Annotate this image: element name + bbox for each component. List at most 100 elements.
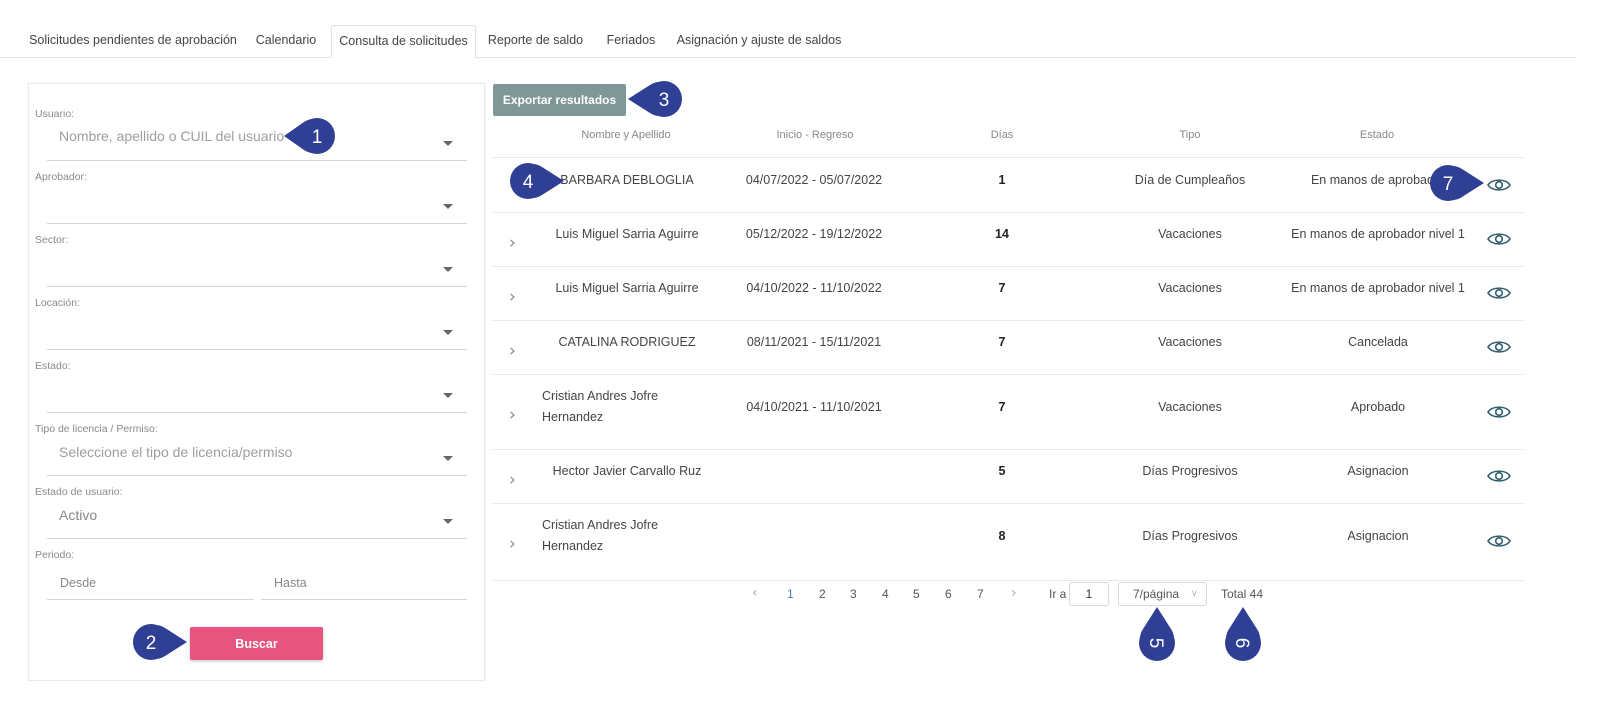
- approver-underline: [47, 223, 467, 224]
- row-status: En manos de aprobador nivel 1: [1291, 227, 1465, 241]
- row-days: 7: [998, 400, 1006, 414]
- page-4[interactable]: 4: [882, 587, 889, 601]
- chevron-right-icon[interactable]: ›: [509, 470, 516, 490]
- export-results-button[interactable]: Exportar resultados: [493, 84, 626, 116]
- row-dates: 04/10/2021 - 11/10/2021: [746, 400, 882, 414]
- callout-1: 1: [284, 118, 335, 154]
- period-label: Periodo:: [35, 549, 75, 561]
- table-row[interactable]: › Luis Miguel Sarria Aguirre 05/12/2022 …: [493, 212, 1524, 267]
- chevron-right-icon[interactable]: ›: [509, 287, 516, 307]
- table-row[interactable]: › Hector Javier Carvallo Ruz 5 Días Prog…: [493, 449, 1524, 504]
- chevron-right-icon[interactable]: ›: [1011, 585, 1017, 601]
- tab-pending-approval[interactable]: Solicitudes pendientes de aprobación: [27, 25, 239, 57]
- row-status: Cancelada: [1348, 335, 1408, 349]
- status-select[interactable]: [47, 373, 467, 411]
- dropdown-caret-icon[interactable]: [443, 204, 453, 209]
- location-label: Locación:: [35, 297, 80, 309]
- header-name: Nombre y Apellido: [581, 129, 671, 141]
- row-dates: 05/12/2022 - 19/12/2022: [745, 227, 883, 241]
- header-type: Tipo: [1179, 129, 1201, 141]
- callout-7: 7: [1430, 165, 1484, 201]
- chevron-down-icon: ∨: [1190, 588, 1198, 599]
- callout-5-label: 5: [1145, 638, 1166, 649]
- table-row[interactable]: › Cristian Andres Jofre Hernandez 04/10/…: [493, 374, 1524, 450]
- row-days: 1: [998, 173, 1006, 187]
- tab-bar: Solicitudes pendientes de aprobación Cal…: [0, 25, 1577, 58]
- callout-6: 6: [1225, 607, 1261, 661]
- date-to-input[interactable]: Hasta: [274, 576, 307, 590]
- sector-select[interactable]: [47, 247, 467, 285]
- dropdown-caret-icon[interactable]: [443, 141, 453, 146]
- tab-balance-adjustment[interactable]: Asignación y ajuste de saldos: [673, 25, 845, 57]
- goto-page-input[interactable]: 1: [1069, 582, 1109, 606]
- user-underline: [47, 160, 467, 161]
- tab-holidays[interactable]: Feriados: [599, 25, 663, 57]
- approver-label: Aprobador:: [35, 171, 87, 183]
- approver-select[interactable]: [47, 184, 467, 222]
- row-name: Cristian Andres Jofre Hernandez: [542, 515, 718, 557]
- eye-icon[interactable]: [1487, 468, 1511, 484]
- filter-panel: Usuario: Nombre, apellido o CUIL del usu…: [28, 83, 485, 681]
- page-size-select[interactable]: 7/página ∨: [1118, 582, 1207, 606]
- eye-icon[interactable]: [1487, 177, 1511, 193]
- row-status: Asignacion: [1347, 464, 1409, 478]
- status-label: Estado:: [35, 360, 71, 372]
- row-type: Vacaciones: [1158, 227, 1222, 241]
- license-type-select[interactable]: Seleccione el tipo de licencia/permiso: [59, 444, 292, 460]
- row-type: Vacaciones: [1158, 400, 1222, 414]
- header-status: Estado: [1359, 129, 1395, 141]
- page-2[interactable]: 2: [819, 587, 826, 601]
- row-name-line: Cristian Andres Jofre: [542, 518, 659, 532]
- row-name: Hector Javier Carvallo Ruz: [552, 464, 702, 478]
- date-from-input[interactable]: Desde: [60, 576, 96, 590]
- eye-icon[interactable]: [1487, 231, 1511, 247]
- eye-icon[interactable]: [1487, 339, 1511, 355]
- user-select[interactable]: Nombre, apellido o CUIL del usuario: [59, 128, 284, 144]
- row-days: 7: [998, 281, 1006, 295]
- chevron-right-icon[interactable]: ›: [509, 341, 516, 361]
- callout-2-label: 2: [146, 633, 157, 654]
- search-button[interactable]: Buscar: [190, 627, 323, 660]
- callout-2: 2: [133, 624, 187, 660]
- page-6[interactable]: 6: [945, 587, 952, 601]
- dropdown-caret-icon[interactable]: [443, 393, 453, 398]
- table-row[interactable]: › CATALINA RODRIGUEZ 08/11/2021 - 15/11/…: [493, 320, 1524, 375]
- table-row[interactable]: BARBARA DEBLOGLIA 04/07/2022 - 05/07/202…: [493, 157, 1524, 213]
- dropdown-caret-icon[interactable]: [443, 267, 453, 272]
- tab-balance-report[interactable]: Reporte de saldo: [484, 25, 587, 57]
- chevron-right-icon[interactable]: ›: [509, 233, 516, 253]
- dropdown-caret-icon[interactable]: [443, 456, 453, 461]
- eye-icon[interactable]: [1487, 533, 1511, 549]
- page-size-value: 7/página: [1133, 587, 1180, 601]
- dropdown-caret-icon[interactable]: [443, 330, 453, 335]
- eye-icon[interactable]: [1487, 404, 1511, 420]
- tab-calendar[interactable]: Calendario: [248, 25, 324, 57]
- table-row[interactable]: › Luis Miguel Sarria Aguirre 04/10/2022 …: [493, 266, 1524, 321]
- chevron-left-icon[interactable]: ‹: [752, 585, 758, 601]
- location-select[interactable]: [47, 310, 467, 348]
- dropdown-caret-icon[interactable]: [443, 519, 453, 524]
- page-7[interactable]: 7: [977, 587, 984, 601]
- row-dates: 04/10/2022 - 11/10/2022: [746, 281, 882, 295]
- row-type: Vacaciones: [1158, 335, 1222, 349]
- chevron-right-icon[interactable]: ›: [509, 405, 516, 425]
- callout-3-label: 3: [659, 90, 670, 111]
- page-5[interactable]: 5: [913, 587, 920, 601]
- sector-label: Sector:: [35, 234, 69, 246]
- row-days: 7: [998, 335, 1006, 349]
- table-row[interactable]: › Cristian Andres Jofre Hernandez 8 Días…: [493, 503, 1524, 580]
- chevron-right-icon[interactable]: ›: [509, 534, 516, 554]
- tab-request-query[interactable]: Consulta de solicitudes: [331, 25, 476, 58]
- row-days: 5: [998, 464, 1006, 478]
- date-to-underline: [261, 599, 467, 600]
- eye-icon[interactable]: [1487, 285, 1511, 301]
- header-dates: Inicio - Regreso: [776, 129, 854, 141]
- user-status-select[interactable]: Activo: [59, 507, 97, 523]
- page-1[interactable]: 1: [787, 587, 794, 601]
- user-label: Usuario:: [35, 108, 75, 120]
- status-underline: [47, 412, 467, 413]
- row-name-line: Hernandez: [542, 410, 604, 424]
- page-3[interactable]: 3: [850, 587, 857, 601]
- row-dates: 08/11/2021 - 15/11/2021: [746, 335, 882, 349]
- row-type: Días Progresivos: [1142, 529, 1238, 543]
